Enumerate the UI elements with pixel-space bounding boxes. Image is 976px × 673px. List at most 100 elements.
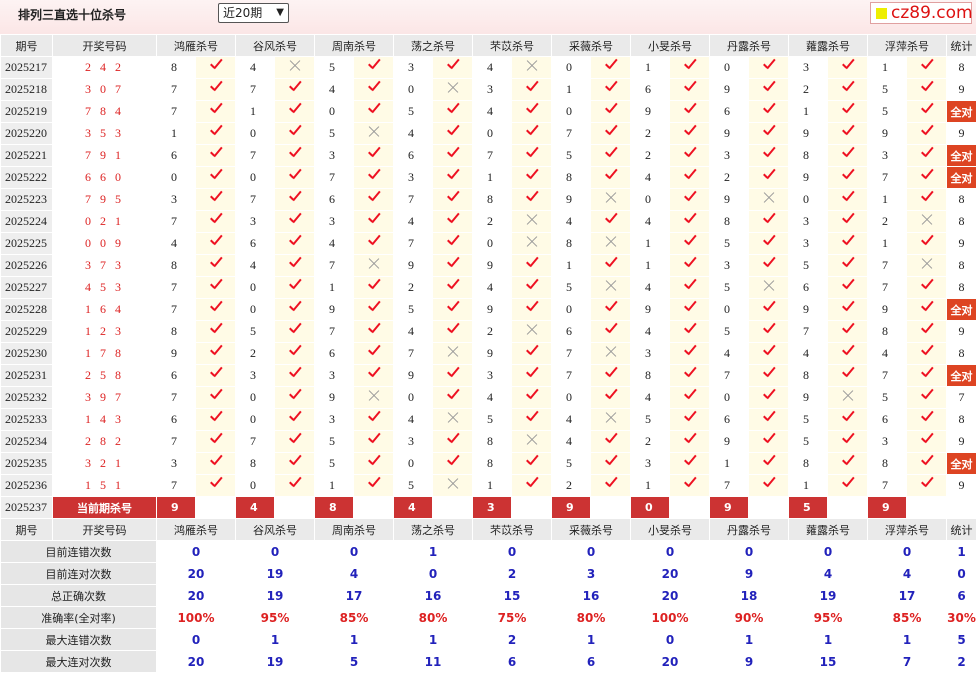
- check-icon: [287, 476, 303, 492]
- check-icon: [761, 256, 777, 272]
- result-mark-cell: [591, 211, 631, 233]
- kill-value-cell: 3: [631, 343, 670, 365]
- check-icon: [840, 212, 856, 228]
- kill-value-cell: 3: [315, 145, 354, 167]
- page-title: 排列三直选十位杀号: [18, 6, 126, 23]
- result-mark-cell: [433, 387, 473, 409]
- result-mark-cell: [828, 409, 868, 431]
- result-mark-cell: [749, 145, 789, 167]
- summary-value: 9: [710, 651, 789, 673]
- result-mark-cell: [828, 211, 868, 233]
- result-mark-cell: [275, 453, 315, 475]
- check-icon: [366, 212, 382, 228]
- result-mark-cell: [670, 321, 710, 343]
- result-mark-cell: [907, 123, 947, 145]
- current-blank-cell: [196, 497, 236, 519]
- result-mark-cell: [354, 123, 394, 145]
- check-icon: [603, 102, 619, 118]
- result-mark-cell: [670, 79, 710, 101]
- check-icon: [445, 432, 461, 448]
- result-mark-cell: [354, 343, 394, 365]
- summary-value: 0: [789, 541, 868, 563]
- summary-value: 6: [473, 651, 552, 673]
- summary-value: 0: [473, 541, 552, 563]
- kill-value-cell: 4: [315, 79, 354, 101]
- result-mark-cell: [828, 365, 868, 387]
- result-mark-cell: [907, 409, 947, 431]
- check-icon: [682, 80, 698, 96]
- result-mark-cell: [591, 299, 631, 321]
- result-mark-cell: [275, 343, 315, 365]
- check-icon: [366, 322, 382, 338]
- period-cell: 2025218: [1, 79, 53, 101]
- check-icon: [366, 432, 382, 448]
- cross-icon: [603, 190, 619, 206]
- check-icon: [840, 432, 856, 448]
- check-icon: [366, 190, 382, 206]
- kill-value-cell: 5: [552, 145, 591, 167]
- kill-value-cell: 5: [868, 101, 907, 123]
- check-icon: [682, 256, 698, 272]
- check-icon: [603, 168, 619, 184]
- status-cell: 9: [947, 321, 976, 343]
- kill-value-cell: 3: [868, 145, 907, 167]
- result-mark-cell: [670, 145, 710, 167]
- kill-value-cell: 9: [473, 255, 512, 277]
- result-mark-cell: [512, 145, 552, 167]
- check-icon: [919, 102, 935, 118]
- result-mark-cell: [354, 189, 394, 211]
- draw-number-cell: 3 5 3: [53, 123, 157, 145]
- kill-value-cell: 5: [631, 409, 670, 431]
- result-mark-cell: [275, 321, 315, 343]
- kill-value-cell: 9: [473, 299, 512, 321]
- check-icon: [524, 344, 540, 360]
- result-mark-cell: [275, 431, 315, 453]
- table-row: 20252361 5 170151217179: [1, 475, 976, 497]
- status-cell: 8: [947, 211, 976, 233]
- period-range-select[interactable]: 近20期▼: [218, 3, 289, 23]
- result-mark-cell: [749, 343, 789, 365]
- result-mark-cell: [433, 321, 473, 343]
- summary-status: 30%: [947, 607, 976, 629]
- check-icon: [287, 146, 303, 162]
- result-mark-cell: [907, 475, 947, 497]
- kill-value-cell: 2: [236, 343, 275, 365]
- check-icon: [761, 322, 777, 338]
- result-mark-cell: [196, 57, 236, 79]
- result-mark-cell: [591, 387, 631, 409]
- kill-value-cell: 4: [473, 277, 512, 299]
- status-cell: 8: [947, 277, 976, 299]
- kill-value-cell: 5: [315, 431, 354, 453]
- site-logo[interactable]: cz89.com: [870, 2, 972, 24]
- check-icon: [682, 212, 698, 228]
- check-icon: [524, 80, 540, 96]
- result-mark-cell: [512, 431, 552, 453]
- check-icon: [682, 234, 698, 250]
- summary-status: 5: [947, 629, 976, 651]
- result-mark-cell: [670, 431, 710, 453]
- kill-value-cell: 8: [473, 431, 512, 453]
- result-mark-cell: [591, 167, 631, 189]
- check-icon: [919, 58, 935, 74]
- kill-value-cell: 4: [552, 409, 591, 431]
- result-mark-cell: [354, 409, 394, 431]
- check-icon: [919, 410, 935, 426]
- current-kill-value: 0: [631, 497, 670, 519]
- kill-value-cell: 7: [157, 79, 196, 101]
- kill-value-cell: 1: [473, 167, 512, 189]
- result-mark-cell: [354, 79, 394, 101]
- kill-value-cell: 1: [868, 57, 907, 79]
- draw-number-cell: 3 7 3: [53, 255, 157, 277]
- cross-icon: [603, 234, 619, 250]
- check-icon: [682, 366, 698, 382]
- check-icon: [603, 300, 619, 316]
- kill-value-cell: 7: [236, 431, 275, 453]
- col-expert: 小旻杀号: [631, 519, 710, 541]
- result-mark-cell: [591, 365, 631, 387]
- result-mark-cell: [433, 299, 473, 321]
- summary-value: 9: [710, 563, 789, 585]
- cross-icon: [761, 190, 777, 206]
- kill-value-cell: 8: [157, 321, 196, 343]
- summary-value: 0: [315, 541, 394, 563]
- current-kill-value: 8: [315, 497, 354, 519]
